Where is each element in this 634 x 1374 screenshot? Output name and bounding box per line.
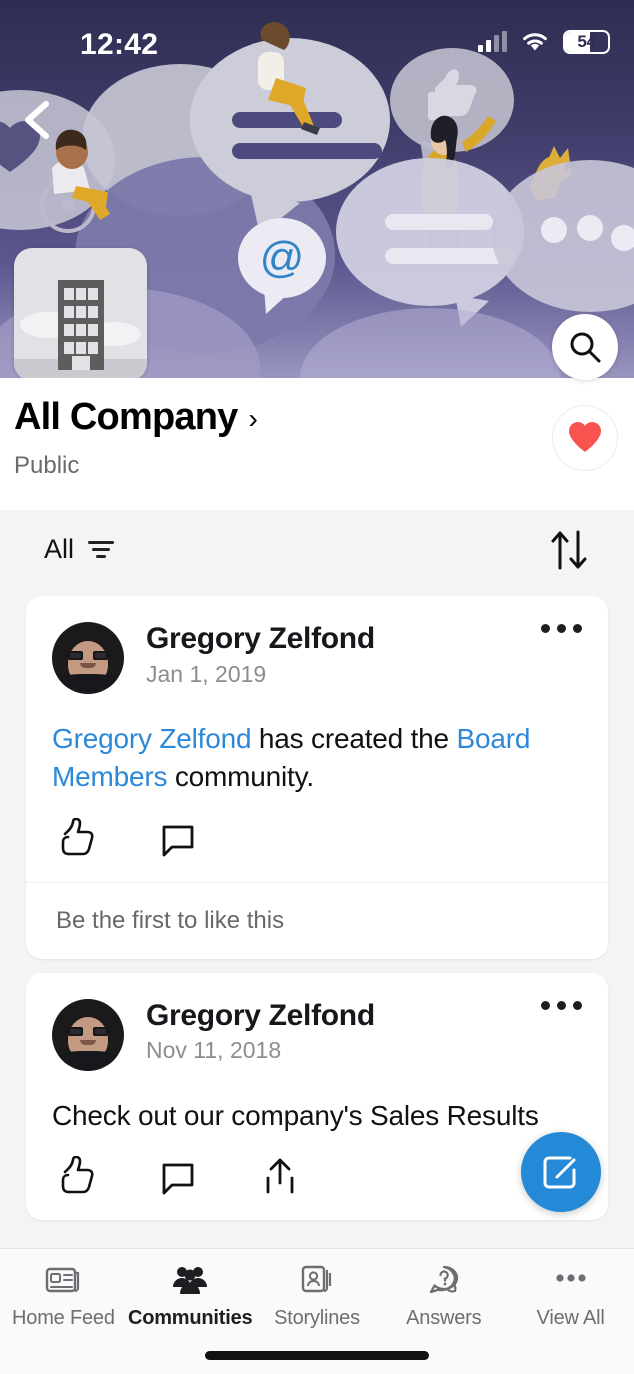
home-indicator (205, 1351, 429, 1360)
nav-item-home-feed[interactable]: Home Feed (0, 1249, 127, 1341)
status-indicators: 54 (478, 30, 610, 54)
post-header: Gregory Zelfond Nov 11, 2018 (26, 973, 608, 1071)
community-avatar[interactable] (14, 248, 147, 378)
post-author: Gregory Zelfond (146, 998, 375, 1032)
filter-button[interactable]: All (44, 534, 115, 565)
app-screen: @ 12:42 54 All Company › Public All Greg… (0, 0, 634, 1374)
share-icon[interactable] (260, 1156, 300, 1196)
nav-label: Storylines (274, 1307, 360, 1329)
chevron-right-icon: › (248, 402, 257, 434)
community-banner: @ 12:42 54 (0, 0, 634, 378)
community-name: All Company (14, 396, 238, 438)
like-icon[interactable] (56, 817, 96, 858)
post-header: Gregory Zelfond Jan 1, 2019 (26, 596, 608, 694)
post-date: Jan 1, 2019 (146, 660, 267, 687)
office-building-icon (58, 280, 104, 370)
cellular-signal-icon (478, 31, 507, 52)
post-card[interactable]: Gregory Zelfond Jan 1, 2019 Gregory Zelf… (26, 596, 608, 959)
battery-level: 54 (577, 32, 596, 51)
nav-item-communities[interactable]: Communities (127, 1249, 254, 1341)
search-icon (570, 332, 601, 363)
nav-label: Answers (406, 1307, 482, 1329)
battery-icon: 54 (563, 30, 610, 54)
bottom-navigation: Home Feed Communities Storylines Answers… (0, 1248, 634, 1374)
post-actions (26, 796, 608, 882)
avatar[interactable] (52, 622, 124, 694)
nav-item-storylines[interactable]: Storylines (254, 1249, 381, 1341)
sort-button[interactable] (548, 528, 590, 577)
question-bubble-icon (427, 1261, 461, 1299)
svg-text:@: @ (260, 233, 305, 282)
nav-label: Home Feed (12, 1307, 115, 1329)
post-card[interactable]: Gregory Zelfond Nov 11, 2018 Check out o… (26, 972, 608, 1221)
post-link-author[interactable]: Gregory Zelfond (52, 723, 252, 754)
compose-icon (543, 1156, 576, 1189)
more-options-icon[interactable] (541, 624, 582, 633)
nav-item-answers[interactable]: Answers (380, 1249, 507, 1341)
nav-label: View All (536, 1307, 605, 1329)
avatar[interactable] (52, 998, 124, 1071)
status-bar: 12:42 54 (0, 0, 634, 80)
community-header: All Company › Public (0, 378, 634, 510)
comment-icon[interactable] (158, 1156, 198, 1196)
nav-item-view-all[interactable]: View All (507, 1249, 634, 1341)
more-options-icon[interactable] (541, 1000, 582, 1010)
filter-bar: All (0, 510, 634, 596)
id-card-icon (300, 1261, 334, 1299)
ellipsis-icon (552, 1261, 590, 1299)
community-privacy: Public (14, 452, 80, 479)
sort-arrows-icon (551, 530, 587, 570)
favorite-button[interactable] (552, 405, 618, 471)
back-chevron-icon[interactable] (12, 94, 64, 146)
post-date: Nov 11, 2018 (146, 1037, 282, 1064)
status-time: 12:42 (80, 28, 159, 61)
filter-label: All (44, 534, 75, 564)
page-title[interactable]: All Company › (14, 396, 258, 439)
people-group-icon (171, 1261, 209, 1299)
search-button[interactable] (552, 314, 618, 380)
nav-label: Communities (127, 1307, 253, 1329)
post-author: Gregory Zelfond (146, 622, 375, 655)
feed-area: All Gregory Zelfond Jan 1, 2019 Gregory … (0, 510, 634, 1374)
post-text-2: community. (167, 760, 314, 792)
post-author-block: Gregory Zelfond Jan 1, 2019 (146, 622, 375, 688)
comment-icon[interactable] (158, 818, 198, 858)
post-body: Check out our company's Sales Results (52, 1099, 539, 1131)
post-footer: Be the first to like this (26, 881, 608, 959)
newspaper-icon (45, 1261, 81, 1299)
post-body: Gregory Zelfond has created the Board Me… (26, 694, 608, 796)
post-author-block: Gregory Zelfond Nov 11, 2018 (146, 999, 375, 1065)
compose-button[interactable] (521, 1132, 601, 1212)
wifi-icon (523, 33, 547, 51)
filter-icon (88, 541, 115, 558)
like-icon[interactable] (56, 1156, 96, 1196)
post-text-1: has created the (251, 723, 457, 754)
heart-icon (569, 422, 601, 452)
